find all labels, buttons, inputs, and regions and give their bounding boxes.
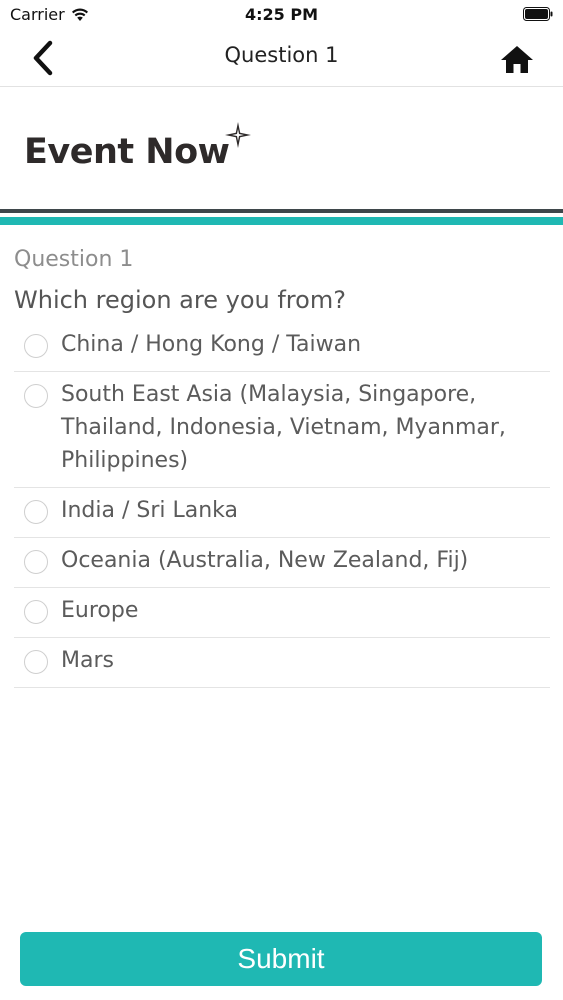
radio-button[interactable]: [24, 384, 48, 408]
option-mars[interactable]: Mars: [14, 638, 550, 688]
radio-button[interactable]: [24, 550, 48, 574]
option-india[interactable]: India / Sri Lanka: [14, 488, 550, 538]
option-label: South East Asia (Malaysia, Singapore, Th…: [61, 382, 506, 473]
header-divider-dark: [0, 209, 563, 213]
sparkle-icon: [225, 122, 251, 148]
status-bar: Carrier 4:25 PM: [0, 0, 563, 30]
question-number: Question 1: [14, 247, 134, 272]
home-button[interactable]: [499, 42, 535, 76]
option-south-east-asia[interactable]: South East Asia (Malaysia, Singapore, Th…: [14, 372, 550, 488]
header-divider-accent: [0, 217, 563, 225]
option-label: China / Hong Kong / Taiwan: [61, 332, 362, 357]
logo-text: Event Now: [24, 132, 230, 172]
option-label: Oceania (Australia, New Zealand, Fij): [61, 548, 469, 573]
radio-button[interactable]: [24, 500, 48, 524]
radio-button[interactable]: [24, 650, 48, 674]
status-time: 4:25 PM: [244, 5, 318, 24]
event-now-logo: Event Now: [0, 87, 563, 209]
navigation-bar: Question 1: [0, 30, 563, 87]
option-label: Europe: [61, 598, 139, 623]
option-oceania[interactable]: Oceania (Australia, New Zealand, Fij): [14, 538, 550, 588]
battery-icon: [523, 7, 553, 21]
option-label: Mars: [61, 648, 114, 673]
option-label: India / Sri Lanka: [61, 498, 239, 523]
answer-options: China / Hong Kong / Taiwan South East As…: [14, 322, 550, 688]
question-text: Which region are you from?: [14, 286, 346, 314]
radio-button[interactable]: [24, 334, 48, 358]
submit-button[interactable]: Submit: [20, 932, 542, 986]
option-europe[interactable]: Europe: [14, 588, 550, 638]
option-china[interactable]: China / Hong Kong / Taiwan: [14, 322, 550, 372]
page-title: Question 1: [224, 43, 339, 67]
home-icon: [501, 46, 533, 73]
radio-button[interactable]: [24, 600, 48, 624]
